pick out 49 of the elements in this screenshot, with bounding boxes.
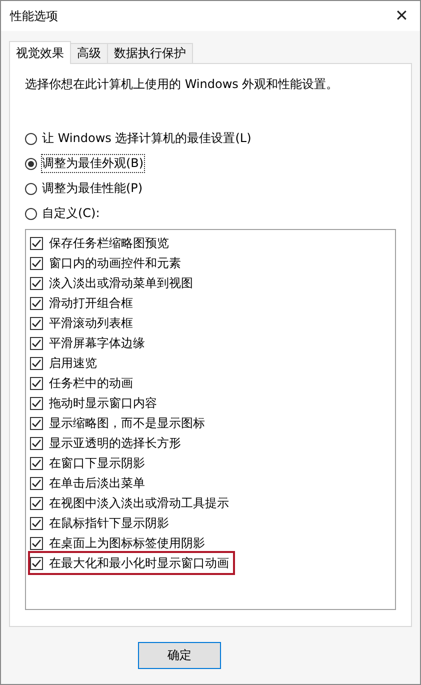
radio-button[interactable] <box>25 182 37 194</box>
radio-label[interactable]: 调整为最佳性能(P) <box>42 180 143 197</box>
radio-button[interactable] <box>25 208 37 220</box>
radio-label[interactable]: 自定义(C): <box>42 205 100 222</box>
checkbox-label[interactable]: 滑动打开组合框 <box>49 294 133 312</box>
checkbox[interactable] <box>30 516 43 530</box>
checkbox-label[interactable]: 在桌面上为图标标签使用阴影 <box>49 534 205 552</box>
checkbox-label[interactable]: 窗口内的动画控件和元素 <box>49 254 181 272</box>
tab[interactable]: 视觉效果 <box>9 41 71 64</box>
radio-button[interactable] <box>25 158 37 170</box>
checkbox[interactable] <box>30 296 43 310</box>
tab[interactable]: 高级 <box>70 43 108 63</box>
radio-label[interactable]: 调整为最佳外观(B) <box>42 155 144 172</box>
checkbox[interactable] <box>30 416 43 430</box>
checkbox[interactable] <box>30 536 43 550</box>
checkbox[interactable] <box>30 396 43 410</box>
checkbox-label[interactable]: 平滑屏幕字体边缘 <box>49 334 145 352</box>
checkbox-label[interactable]: 平滑滚动列表框 <box>49 314 133 332</box>
checkbox-label[interactable]: 拖动时显示窗口内容 <box>49 394 157 412</box>
checkbox[interactable] <box>30 256 43 270</box>
checkbox-label[interactable]: 淡入淡出或滑动菜单到视图 <box>49 274 193 292</box>
checkbox[interactable] <box>30 456 43 470</box>
checkbox[interactable] <box>30 336 43 350</box>
tab[interactable]: 数据执行保护 <box>107 43 193 63</box>
checkbox[interactable] <box>30 356 43 370</box>
checkbox[interactable] <box>30 436 43 450</box>
checkbox-label[interactable]: 在窗口下显示阴影 <box>49 454 145 472</box>
checkbox-label[interactable]: 保存任务栏缩略图预览 <box>49 234 169 252</box>
ok-button[interactable]: 确定 <box>138 642 221 669</box>
checkbox[interactable] <box>30 316 43 330</box>
radio-button[interactable] <box>25 132 37 144</box>
checkbox[interactable] <box>30 276 43 290</box>
checkbox-label[interactable]: 显示亚透明的选择长方形 <box>49 434 181 452</box>
checkbox-label[interactable]: 启用速览 <box>49 354 97 372</box>
checkbox-label[interactable]: 显示缩略图，而不是显示图标 <box>49 414 205 432</box>
checkbox[interactable] <box>30 236 43 250</box>
close-button[interactable]: ✕ <box>391 6 412 26</box>
checkbox[interactable] <box>30 556 43 570</box>
checkbox[interactable] <box>30 496 43 510</box>
description-text: 选择你想在此计算机上使用的 Windows 外观和性能设置。 <box>25 76 340 93</box>
checkbox[interactable] <box>30 376 43 390</box>
checkbox-label[interactable]: 任务栏中的动画 <box>49 374 133 392</box>
checkbox-label[interactable]: 在最大化和最小化时显示窗口动画 <box>49 554 229 572</box>
checkbox[interactable] <box>30 476 43 490</box>
checkbox-label[interactable]: 在视图中淡入淡出或滑动工具提示 <box>49 494 229 512</box>
radio-label[interactable]: 让 Windows 选择计算机的最佳设置(L) <box>42 130 252 147</box>
window-title: 性能选项 <box>10 8 58 24</box>
checkbox-label[interactable]: 在单击后淡出菜单 <box>49 474 145 492</box>
checkbox-label[interactable]: 在鼠标指针下显示阴影 <box>49 514 169 532</box>
